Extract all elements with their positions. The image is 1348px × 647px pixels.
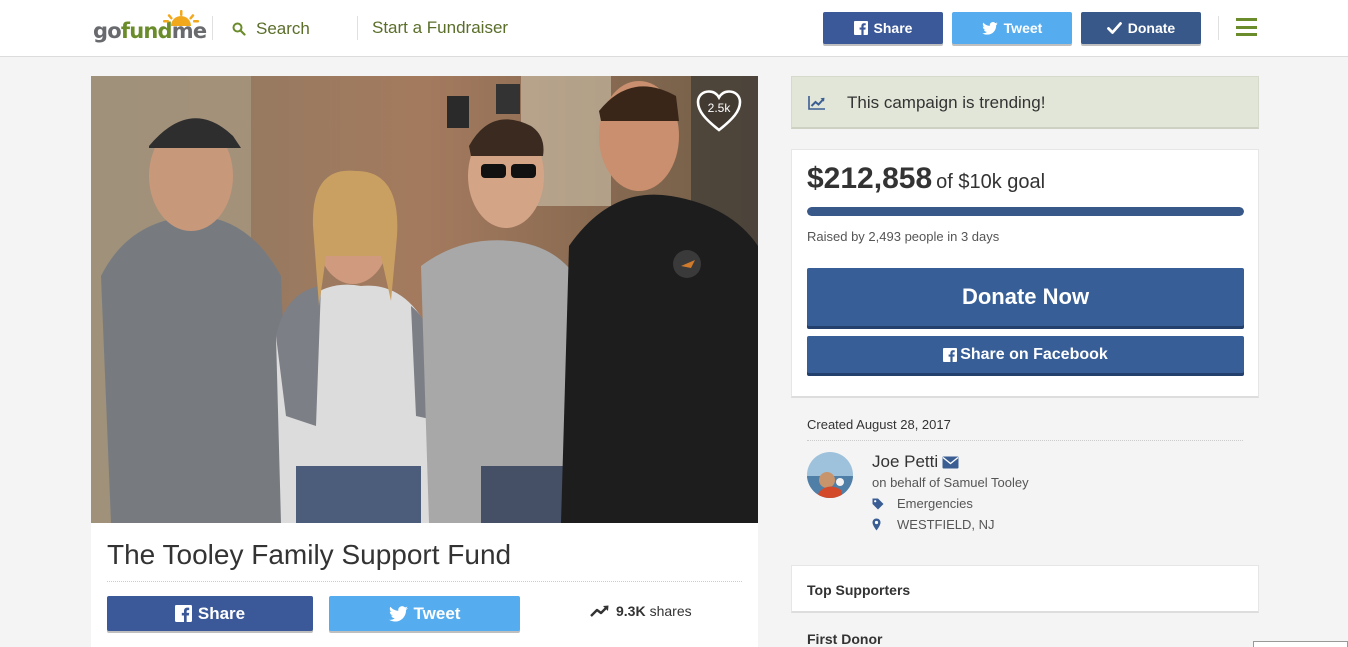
heart-count: 2.5k xyxy=(707,101,731,115)
category[interactable]: Emergencies xyxy=(872,496,973,511)
progress-bar xyxy=(807,207,1244,216)
title-divider xyxy=(107,581,742,582)
location: WESTFIELD, NJ xyxy=(872,517,995,532)
facebook-icon xyxy=(853,21,868,35)
header-divider xyxy=(357,16,358,40)
shares-count: 9.3K shares xyxy=(590,603,692,619)
header-donate-button[interactable]: Donate xyxy=(1081,12,1201,44)
header-tweet-label: Tweet xyxy=(1003,20,1043,36)
donate-now-button[interactable]: Donate Now xyxy=(807,268,1244,326)
header-divider xyxy=(1218,16,1219,40)
check-icon xyxy=(1106,22,1122,34)
goal-text: of $10k goal xyxy=(936,171,1046,193)
header-donate-label: Donate xyxy=(1127,20,1176,36)
tweet-button[interactable]: Tweet xyxy=(329,596,520,631)
search-link[interactable]: Search xyxy=(232,18,310,40)
facebook-icon xyxy=(943,347,958,362)
share-button[interactable]: Share xyxy=(107,596,313,631)
share-on-facebook-label: Share on Facebook xyxy=(960,345,1108,363)
header-divider xyxy=(212,16,213,40)
on-behalf-text: on behalf of Samuel Tooley xyxy=(872,475,1029,490)
search-icon xyxy=(232,22,246,36)
map-pin-icon xyxy=(872,518,897,531)
donation-card: $212,858 of $10k goal Raised by 2,493 peo… xyxy=(791,149,1259,398)
top-supporters-panel: Top Supporters xyxy=(791,565,1259,613)
trending-text: This campaign is trending! xyxy=(847,93,1046,112)
top-header: gofundme Search Start a Fundraiser Share… xyxy=(0,0,1348,57)
raised-summary: $212,858 of $10k goal xyxy=(807,162,1045,196)
floating-panel-edge xyxy=(1253,641,1348,647)
organizer: Joe Petti xyxy=(872,452,959,472)
sun-logo-icon xyxy=(163,10,199,26)
raised-amount: $212,858 xyxy=(807,162,933,195)
campaign-photo xyxy=(91,76,758,523)
top-supporters-heading: Top Supporters xyxy=(807,582,911,598)
facebook-icon xyxy=(174,605,192,622)
search-label: Search xyxy=(256,19,310,38)
menu-icon[interactable] xyxy=(1236,18,1257,36)
category-label: Emergencies xyxy=(897,496,973,511)
avatar[interactable] xyxy=(807,452,853,498)
first-donor-heading: First Donor xyxy=(807,631,883,647)
share-label: Share xyxy=(197,603,246,623)
trending-chart-icon xyxy=(808,96,825,110)
start-fundraiser-link[interactable]: Start a Fundraiser xyxy=(372,18,508,38)
tag-icon xyxy=(872,498,897,510)
tweet-label: Tweet xyxy=(413,603,461,623)
header-share-button[interactable]: Share xyxy=(823,12,943,44)
twitter-icon xyxy=(981,21,998,35)
created-divider xyxy=(807,440,1243,441)
twitter-icon xyxy=(388,605,408,622)
created-date: Created August 28, 2017 xyxy=(807,417,951,432)
progress-fill xyxy=(807,207,1244,216)
shares-label: shares xyxy=(649,603,692,619)
shares-number: 9.3K xyxy=(616,603,646,619)
share-on-facebook-button[interactable]: Share on Facebook xyxy=(807,336,1244,373)
campaign-title: The Tooley Family Support Fund xyxy=(107,539,512,570)
trending-banner: This campaign is trending! xyxy=(791,76,1259,129)
organizer-name[interactable]: Joe Petti xyxy=(872,452,938,472)
raised-by-text: Raised by 2,493 people in 3 days xyxy=(807,229,1000,244)
mail-icon[interactable] xyxy=(942,456,959,469)
location-label: WESTFIELD, NJ xyxy=(897,517,995,532)
header-tweet-button[interactable]: Tweet xyxy=(952,12,1072,44)
trend-up-icon xyxy=(590,605,609,617)
header-share-label: Share xyxy=(873,20,913,36)
